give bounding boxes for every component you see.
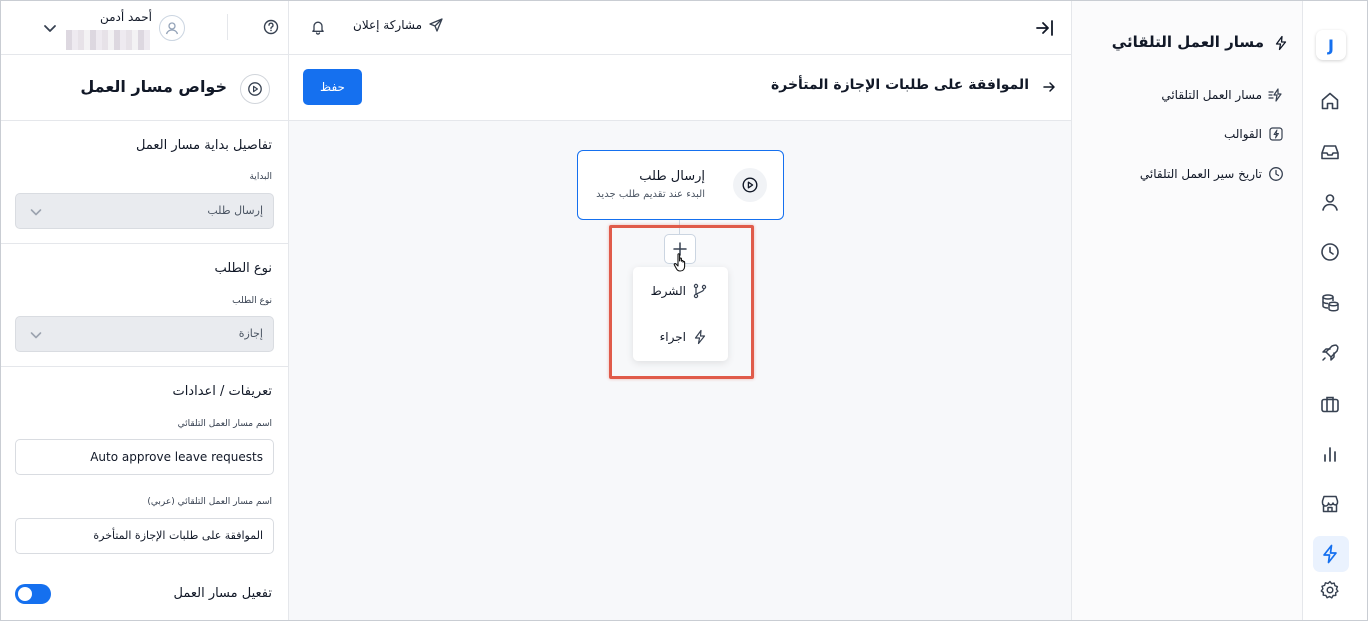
menu-item-action[interactable]: اجراء — [660, 329, 708, 345]
nav-item-templates[interactable]: القوالب — [1224, 126, 1284, 142]
divider — [0, 243, 289, 244]
user-icon[interactable] — [1319, 191, 1341, 213]
briefcase-icon[interactable] — [1319, 393, 1341, 415]
collapse-panel-icon[interactable] — [1033, 16, 1057, 40]
name-ar-field-label: اسم مسار العمل التلقائي (عربي) — [147, 497, 272, 507]
chart-icon[interactable] — [1319, 443, 1341, 465]
workflow-nav-panel: مسار العمل التلقائي مسار العمل التلقائي … — [1071, 0, 1302, 621]
app-logo[interactable]: J — [1316, 30, 1346, 60]
nav-item-label: مسار العمل التلقائي — [1161, 88, 1262, 102]
request-select-value: إجازة — [238, 327, 263, 340]
play-circle-icon — [733, 168, 767, 202]
rocket-icon[interactable] — [1319, 342, 1341, 364]
enable-label: تفعيل مسار العمل — [173, 586, 272, 601]
bolt-list-icon — [1268, 88, 1282, 102]
workflow-title: الموافقة على طلبات الإجازة المتأخرة — [770, 77, 1029, 93]
request-field-label: نوع الطلب — [232, 296, 272, 306]
store-icon[interactable] — [1319, 493, 1341, 515]
nav-item-label: تاريخ سير العمل التلقائي — [1139, 167, 1262, 181]
canvas-header: حفظ الموافقة على طلبات الإجازة المتأخرة — [289, 55, 1071, 121]
workflow-name-ar-input[interactable]: الموافقة على طلبات الإجازة المتأخرة — [15, 518, 274, 554]
hand-cursor-icon — [673, 253, 686, 272]
settings-icon[interactable] — [1319, 579, 1341, 601]
workflow-properties-panel: أحمد أدمن خواص مسار العمل تفاصيل بداية م… — [0, 0, 289, 621]
start-select[interactable]: إرسال طلب — [15, 193, 274, 229]
bolt-icon — [1275, 35, 1287, 51]
bolt-icon — [694, 329, 706, 345]
workflow-name-input[interactable]: Auto approve leave requests — [15, 439, 274, 475]
arrow-right-icon[interactable] — [1041, 79, 1057, 95]
properties-title: خواص مسار العمل — [80, 77, 227, 96]
icon-rail: J — [1302, 0, 1368, 621]
menu-item-label: اجراء — [659, 330, 686, 344]
avatar[interactable] — [159, 15, 185, 41]
coins-icon[interactable] — [1319, 292, 1341, 314]
trigger-node[interactable]: إرسال طلب البدء عند تقديم طلب جديد — [577, 150, 784, 220]
chevron-down-icon — [30, 209, 42, 216]
divider — [0, 366, 289, 367]
branch-icon — [693, 283, 707, 299]
user-email-blurred — [66, 30, 150, 50]
bell-icon[interactable] — [309, 18, 327, 36]
start-section-title: تفاصيل بداية مسار العمل — [135, 138, 272, 153]
user-name: أحمد أدمن — [99, 10, 152, 24]
trigger-node-subtitle: البدء عند تقديم طلب جديد — [596, 189, 705, 200]
inbox-icon[interactable] — [1319, 141, 1341, 163]
properties-header: خواص مسار العمل — [0, 55, 289, 121]
clock-icon[interactable] — [1319, 241, 1341, 263]
trigger-node-title: إرسال طلب — [639, 169, 705, 184]
nav-title: مسار العمل التلقائي — [1111, 33, 1264, 51]
menu-item-condition[interactable]: الشرط — [651, 283, 708, 299]
chevron-down-icon[interactable] — [40, 18, 60, 38]
bolt-icon[interactable] — [1319, 543, 1341, 565]
play-circle-icon — [240, 74, 270, 104]
workflow-canvas[interactable]: إرسال طلب البدء عند تقديم طلب جديد الشرط… — [289, 121, 1071, 621]
top-bar: مشاركة إعلان — [289, 0, 1071, 55]
nav-item-history[interactable]: تاريخ سير العمل التلقائي — [1140, 166, 1284, 182]
divider — [227, 14, 228, 40]
user-bar: أحمد أدمن — [0, 0, 289, 55]
request-section-title: نوع الطلب — [214, 261, 272, 276]
start-field-label: البداية — [249, 172, 272, 182]
enable-workflow-toggle[interactable] — [15, 584, 51, 604]
add-step-menu: الشرط اجراء — [633, 267, 728, 361]
workflow-name-ar-value: الموافقة على طلبات الإجازة المتأخرة — [93, 529, 263, 542]
share-announcement-button[interactable]: مشاركة إعلان — [353, 17, 444, 33]
nav-item-automated-workflow[interactable]: مسار العمل التلقائي — [1161, 87, 1284, 103]
menu-item-label: الشرط — [650, 284, 686, 298]
clock-icon — [1269, 167, 1283, 181]
settings-section-title: تعريفات / اعدادات — [172, 384, 272, 399]
send-icon — [429, 18, 443, 32]
workflow-name-value: Auto approve leave requests — [90, 450, 263, 464]
start-select-value: إرسال طلب — [207, 204, 263, 217]
template-icon — [1269, 127, 1283, 141]
home-icon[interactable] — [1319, 90, 1341, 112]
share-label: مشاركة إعلان — [353, 18, 423, 32]
chevron-down-icon — [30, 332, 42, 339]
toggle-knob — [18, 587, 32, 601]
help-icon[interactable] — [262, 18, 280, 36]
name-field-label: اسم مسار العمل التلقائي — [177, 419, 272, 429]
request-type-select[interactable]: إجازة — [15, 316, 274, 352]
nav-item-label: القوالب — [1223, 127, 1262, 141]
save-button[interactable]: حفظ — [303, 69, 362, 105]
user-avatar-icon — [165, 22, 179, 35]
